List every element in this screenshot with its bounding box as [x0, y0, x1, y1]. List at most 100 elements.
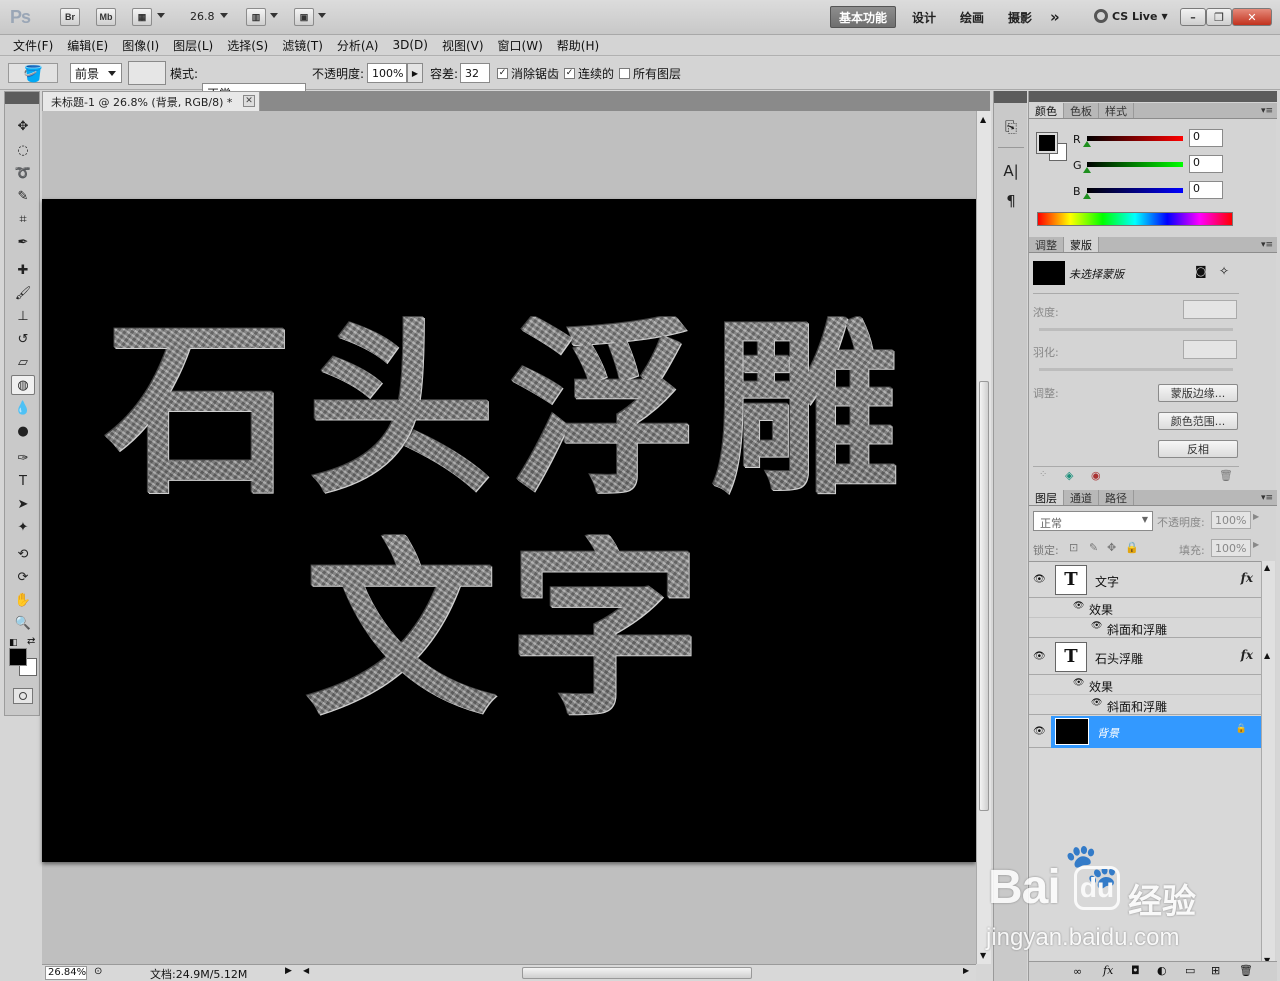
visibility-eye-icon[interactable]: 👁	[1033, 726, 1047, 737]
vertical-scrollbar[interactable]: ▲ ▼	[976, 111, 991, 964]
invert-button[interactable]: 反相	[1158, 440, 1238, 458]
zoom-caret-icon[interactable]	[220, 13, 228, 18]
green-value-input[interactable]: 0	[1189, 155, 1223, 173]
screen-mode-caret-icon[interactable]	[318, 13, 326, 18]
layers-scroll-up2-icon[interactable]: ▲	[1264, 651, 1270, 660]
hand-tool-icon[interactable]: ✋	[11, 590, 35, 610]
red-value-input[interactable]: 0	[1189, 129, 1223, 147]
layer-opacity-input[interactable]: 100%	[1211, 511, 1251, 529]
3d-orbit-tool-icon[interactable]: ⟳	[11, 567, 35, 587]
more-workspaces-icon[interactable]: »	[1042, 6, 1068, 28]
path-selection-tool-icon[interactable]: ➤	[11, 494, 35, 514]
cs-live-button[interactable]: CS Live ▼	[1094, 9, 1168, 23]
color-panel-foreground-swatch[interactable]	[1036, 132, 1058, 154]
mini-bridge-button[interactable]: Mb	[96, 8, 116, 26]
new-adjustment-layer-icon[interactable]: ◐	[1157, 964, 1167, 977]
disable-mask-icon[interactable]: ◉	[1091, 469, 1101, 482]
document-canvas[interactable]: 石头浮雕 文字	[42, 199, 976, 862]
view-extras-button[interactable]: ▦	[132, 8, 152, 26]
workspace-photography[interactable]: 摄影	[1000, 6, 1040, 28]
lock-transparent-icon[interactable]: ⊡	[1069, 541, 1078, 554]
masks-panel-menu-icon[interactable]: ▾≡	[1261, 240, 1273, 250]
color-range-button[interactable]: 颜色范围...	[1158, 412, 1238, 430]
layer-name[interactable]: 文字	[1095, 573, 1119, 590]
tab-paths[interactable]: 路径	[1099, 490, 1134, 505]
screen-mode-button[interactable]: ▣	[294, 8, 314, 26]
add-mask-icon[interactable]: ◘	[1131, 964, 1140, 977]
fill-flyout-icon[interactable]: ▶	[1253, 540, 1259, 549]
crop-tool-icon[interactable]: ⌗	[11, 209, 35, 229]
delete-mask-icon[interactable]: 🗑	[1219, 469, 1233, 482]
menu-view[interactable]: 视图(V)	[435, 37, 491, 54]
lasso-tool-icon[interactable]: ➰	[11, 163, 35, 183]
bevel-eye-icon[interactable]: 👁	[1091, 621, 1102, 631]
tab-swatches[interactable]: 色板	[1064, 103, 1099, 118]
status-flyout-icon[interactable]: ▶	[285, 966, 292, 976]
zoom-percentage-field[interactable]: 26.84%	[45, 966, 87, 980]
healing-brush-tool-icon[interactable]: ✚	[11, 260, 35, 280]
new-group-icon[interactable]: ▭	[1185, 964, 1195, 977]
delete-layer-icon[interactable]: 🗑	[1239, 964, 1253, 977]
history-brush-tool-icon[interactable]: ↺	[11, 329, 35, 349]
character-panel-icon[interactable]: A|	[1001, 161, 1021, 181]
bevel-eye-icon[interactable]: 👁	[1091, 698, 1102, 708]
bridge-button[interactable]: Br	[60, 8, 80, 26]
antialias-checkbox[interactable]: ✓ 消除锯齿	[497, 63, 559, 83]
pixel-mask-icon[interactable]: ◙	[1195, 264, 1207, 278]
scroll-left-icon[interactable]: ◀	[303, 966, 309, 975]
layer-name[interactable]: 背景	[1097, 725, 1119, 741]
workspace-design[interactable]: 设计	[904, 6, 944, 28]
layer-row-selected[interactable]: 👁 背景 🔒	[1029, 716, 1261, 748]
tab-styles[interactable]: 样式	[1099, 103, 1134, 118]
pattern-picker[interactable]	[128, 61, 166, 85]
panels-header[interactable]	[1029, 91, 1277, 102]
blue-slider[interactable]	[1087, 188, 1183, 193]
blur-tool-icon[interactable]: 💧	[11, 398, 35, 418]
layer-effects-row[interactable]: 👁 效果	[1029, 675, 1261, 695]
tab-adjustments[interactable]: 调整	[1029, 237, 1064, 252]
add-layer-style-icon[interactable]: fx	[1103, 964, 1113, 977]
zoom-level-readout[interactable]: 26.8	[190, 10, 215, 23]
menu-help[interactable]: 帮助(H)	[550, 37, 606, 54]
history-panel-icon[interactable]: ⎘	[1001, 117, 1021, 137]
color-spectrum-ramp[interactable]	[1037, 212, 1233, 226]
effects-fx-icon[interactable]: fx	[1241, 648, 1253, 662]
lock-all-icon[interactable]: 🔒	[1125, 541, 1139, 554]
clone-stamp-tool-icon[interactable]: ⊥	[11, 306, 35, 326]
new-layer-icon[interactable]: ⊞	[1211, 964, 1220, 977]
effects-fx-icon[interactable]: fx	[1241, 571, 1253, 585]
layer-opacity-flyout-icon[interactable]: ▶	[1253, 512, 1259, 521]
vector-mask-icon[interactable]: ✧	[1219, 264, 1229, 278]
tab-masks[interactable]: 蒙版	[1064, 237, 1099, 252]
blue-slider-caret-icon[interactable]	[1083, 193, 1091, 199]
close-button[interactable]: ✕	[1232, 8, 1272, 26]
visibility-eye-icon[interactable]: 👁	[1033, 651, 1047, 662]
layer-row[interactable]: 👁 T 石头浮雕 fx	[1029, 639, 1261, 675]
document-tab[interactable]: 未标题-1 @ 26.8% (背景, RGB/8) * ✕	[42, 91, 260, 111]
tab-color[interactable]: 颜色	[1029, 103, 1064, 118]
eraser-tool-icon[interactable]: ▱	[11, 352, 35, 372]
tab-channels[interactable]: 通道	[1064, 490, 1099, 505]
workspace-essentials[interactable]: 基本功能	[830, 6, 897, 28]
layer-name[interactable]: 石头浮雕	[1095, 650, 1143, 667]
red-slider-caret-icon[interactable]	[1083, 141, 1091, 147]
lock-image-icon[interactable]: ✎	[1089, 541, 1098, 554]
menu-edit[interactable]: 编辑(E)	[60, 37, 115, 54]
all-layers-checkbox[interactable]: 所有图层	[619, 63, 681, 83]
status-menu-icon[interactable]: ⊙	[94, 966, 102, 977]
foreground-color-swatch[interactable]	[9, 648, 27, 666]
zoom-tool-icon[interactable]: 🔍	[11, 613, 35, 633]
minimize-button[interactable]: –	[1180, 8, 1206, 26]
layers-panel-menu-icon[interactable]: ▾≡	[1261, 493, 1273, 503]
arrange-documents-button[interactable]: ▥	[246, 8, 266, 26]
tool-preset-picker[interactable]: 🪣	[8, 63, 58, 83]
vertical-scroll-thumb[interactable]	[979, 381, 989, 811]
tools-panel-header[interactable]	[5, 92, 39, 104]
opacity-slider-button[interactable]: ▶	[407, 63, 423, 83]
move-tool-icon[interactable]: ✥	[11, 116, 35, 136]
green-slider[interactable]	[1087, 162, 1183, 167]
lock-position-icon[interactable]: ✥	[1107, 541, 1116, 554]
feather-input[interactable]	[1183, 340, 1237, 359]
menu-3d[interactable]: 3D(D)	[385, 38, 434, 52]
apply-mask-icon[interactable]: ◈	[1065, 469, 1073, 482]
